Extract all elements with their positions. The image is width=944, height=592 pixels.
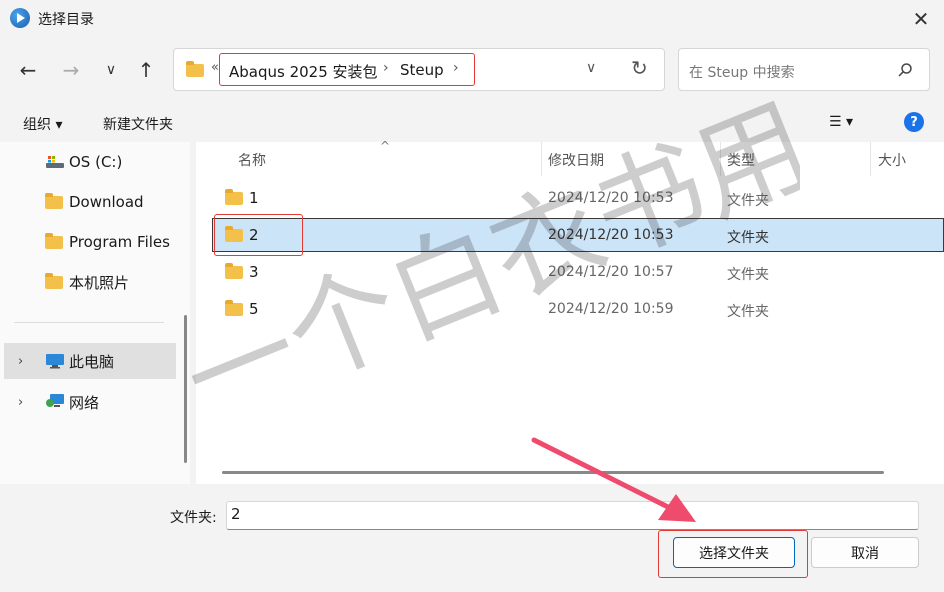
folder-icon xyxy=(225,263,243,279)
file-type: 文件夹 xyxy=(727,230,769,246)
folder-icon xyxy=(45,272,63,289)
column-header-type[interactable]: 类型 xyxy=(727,150,755,170)
horizontal-scrollbar[interactable] xyxy=(222,471,884,474)
column-header-modified[interactable]: 修改日期 xyxy=(548,150,604,170)
file-modified: 2024/12/20 10:59 xyxy=(548,301,674,317)
up-button[interactable]: ↑ xyxy=(131,55,161,85)
drive-icon xyxy=(46,156,64,168)
new-folder-button[interactable]: 新建文件夹 xyxy=(103,114,173,134)
cancel-button[interactable]: 取消 xyxy=(811,537,919,568)
folder-icon xyxy=(45,192,63,209)
file-modified: 2024/12/20 10:53 xyxy=(548,227,674,243)
column-header-size[interactable]: 大小 xyxy=(878,150,906,170)
close-button[interactable]: ✕ xyxy=(904,4,938,34)
folder-icon xyxy=(225,189,243,205)
folder-field-label: 文件夹: xyxy=(170,510,217,526)
search-box[interactable]: 在 Steup 中搜索 xyxy=(678,48,930,91)
help-icon[interactable]: ? xyxy=(904,112,924,132)
table-row[interactable]: 5 2024/12/20 10:59 文件夹 xyxy=(212,292,944,326)
sidebar-item-label: 本机照片 xyxy=(69,273,130,292)
button-highlight xyxy=(658,530,808,578)
address-overflow[interactable]: « xyxy=(211,60,219,75)
address-dropdown-icon[interactable]: ∨ xyxy=(586,60,596,76)
file-modified: 2024/12/20 10:57 xyxy=(548,264,674,280)
column-separator[interactable] xyxy=(720,142,721,176)
folder-icon xyxy=(186,61,204,77)
breadcrumb-highlight xyxy=(219,53,475,86)
row-highlight xyxy=(214,214,303,256)
file-name: 3 xyxy=(249,263,259,281)
sidebar-scrollbar[interactable] xyxy=(184,315,187,463)
window-title: 选择目录 xyxy=(38,12,94,28)
folder-icon xyxy=(45,232,63,249)
network-icon xyxy=(46,394,64,407)
title-bar: 选择目录 ✕ xyxy=(0,0,944,38)
sidebar-item-label: Download xyxy=(69,193,144,211)
column-separator[interactable] xyxy=(541,142,542,176)
sidebar-divider xyxy=(14,322,164,323)
sidebar-item-program-files[interactable]: Program Files xyxy=(0,224,176,260)
recent-locations-button[interactable]: ∨ xyxy=(96,55,126,85)
file-name: 1 xyxy=(249,189,259,207)
sidebar-item-label: 此电脑 xyxy=(69,352,115,371)
table-row-selected[interactable]: 2 2024/12/20 10:53 文件夹 xyxy=(212,218,944,252)
computer-icon xyxy=(46,354,64,369)
sidebar-item-photos[interactable]: 本机照片 xyxy=(0,264,176,300)
table-row[interactable]: 3 2024/12/20 10:57 文件夹 xyxy=(212,255,944,289)
sidebar-item-label: Program Files xyxy=(69,233,170,251)
app-icon xyxy=(10,8,30,28)
sidebar-item-network[interactable]: › 网络 xyxy=(0,384,176,420)
file-type: 文件夹 xyxy=(727,193,769,209)
sidebar-item-this-pc[interactable]: › 此电脑 xyxy=(4,343,176,379)
table-row[interactable]: 1 2024/12/20 10:53 文件夹 xyxy=(212,181,944,215)
view-options-button[interactable]: ☰ ▾ xyxy=(829,114,853,130)
folder-name-input[interactable]: 2 xyxy=(226,501,919,530)
file-type: 文件夹 xyxy=(727,267,769,283)
sort-arrow-icon: ^ xyxy=(380,139,391,153)
back-button[interactable]: ← xyxy=(13,55,43,85)
sidebar-item-label: 网络 xyxy=(69,393,100,412)
forward-button[interactable]: → xyxy=(56,55,86,85)
file-type: 文件夹 xyxy=(727,304,769,320)
organize-menu[interactable]: 组织 ▾ xyxy=(23,114,62,134)
file-modified: 2024/12/20 10:53 xyxy=(548,190,674,206)
folder-icon xyxy=(225,300,243,316)
expand-chevron-icon[interactable]: › xyxy=(18,354,23,369)
sidebar-item-label: OS (C:) xyxy=(69,153,123,171)
search-icon[interactable] xyxy=(897,62,913,78)
sidebar-item-download[interactable]: Download xyxy=(0,184,176,220)
search-input[interactable]: 在 Steup 中搜索 xyxy=(689,62,795,82)
sidebar-item-os-c[interactable]: OS (C:) xyxy=(0,144,176,180)
expand-chevron-icon[interactable]: › xyxy=(18,395,23,410)
file-name: 5 xyxy=(249,300,259,318)
refresh-icon[interactable]: ↻ xyxy=(631,56,648,80)
column-header-name[interactable]: 名称 xyxy=(238,150,266,170)
column-separator[interactable] xyxy=(870,142,871,176)
